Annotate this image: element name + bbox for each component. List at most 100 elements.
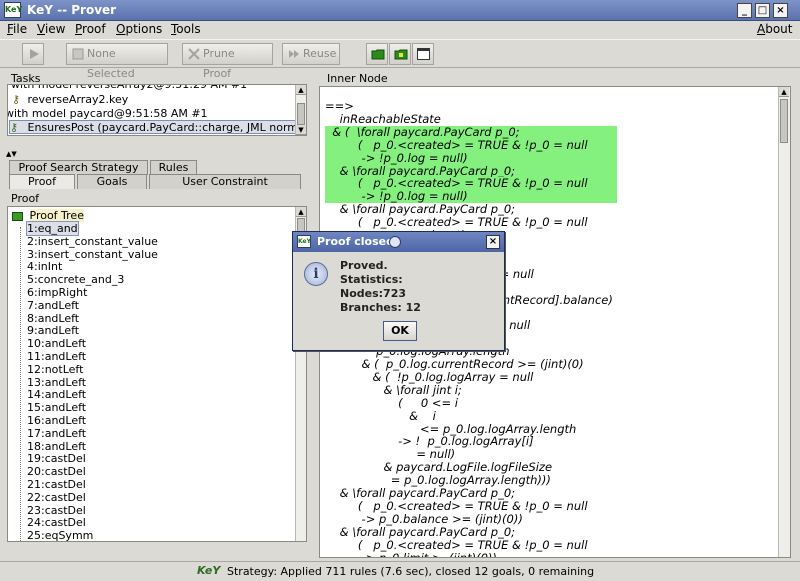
proof-tree-node[interactable]: 15:andLeft [27, 401, 86, 414]
task-row-selected[interactable]: ⚷ EnsuresPost (paycard.PayCard::charge, … [9, 120, 306, 134]
inner-node-label: Inner Node [327, 72, 388, 85]
sequent-line: -> p_0.balance >= (jint)(0)) [325, 511, 523, 526]
task-row[interactable]: ⚷ reverseArray2.key [12, 93, 300, 107]
dialog-menu-icon[interactable] [389, 236, 401, 248]
info-icon: i [304, 262, 328, 286]
dialog-message-branches: Branches: 12 [340, 301, 421, 314]
toolbar: None Selected Prune Proof Reuse [0, 39, 800, 80]
scroll-thumb[interactable] [780, 99, 788, 143]
proof-tree-node[interactable]: 11:andLeft [27, 350, 86, 363]
close-window-button[interactable]: × [773, 3, 788, 18]
window-icon [417, 48, 430, 60]
scroll-thumb[interactable] [297, 103, 305, 125]
sequent-line: inReachableState [325, 111, 441, 126]
proof-tree-node[interactable]: 3:insert_constant_value [27, 248, 158, 261]
none-selected-label: None Selected [87, 47, 135, 80]
prune-proof-button[interactable]: Prune Proof [182, 43, 273, 80]
task-row[interactable]: with model paycard@9:51:58 AM #1 [8, 107, 293, 121]
menu-bar: File View Proof Options Tools About [0, 21, 800, 39]
scroll-up-icon[interactable]: ▲ [779, 87, 789, 97]
proof-tree-node[interactable]: 14:andLeft [27, 388, 86, 401]
minimize-button[interactable]: _ [737, 3, 752, 18]
proof-tree-node[interactable]: 22:castDel [27, 491, 86, 504]
proof-tree-node[interactable]: 6:impRight [27, 286, 87, 299]
menu-file[interactable]: File [7, 22, 27, 36]
sequent-line: ( p_0.<created> = TRUE & !p_0 = null [325, 137, 588, 152]
tasks-scrollbar[interactable]: ▲ ▼ [295, 85, 306, 135]
proof-tree: Proof Tree 1:eq_and 2:insert_constant_val… [7, 206, 307, 542]
status-text: Strategy: Applied 711 rules (7.6 sec), c… [227, 565, 595, 578]
sequent-line: & \forall paycard.PayCard p_0; [325, 524, 516, 539]
prune-icon [188, 48, 200, 60]
maximize-button[interactable]: □ [755, 3, 770, 18]
proof-tree-node[interactable]: 23:castDel [27, 504, 86, 517]
reuse-label: Reuse [303, 47, 337, 60]
proof-tree-node[interactable]: 9:andLeft [27, 324, 79, 337]
proof-tree-node[interactable]: 17:andLeft [27, 427, 86, 440]
tab-proof[interactable]: Proof [9, 174, 75, 189]
reuse-button[interactable]: Reuse [282, 43, 340, 65]
key-app-icon: KeY [4, 2, 22, 18]
load-last-button[interactable] [389, 43, 411, 65]
proof-tree-node[interactable]: 19:castDel [27, 452, 86, 465]
menu-tools[interactable]: Tools [171, 22, 201, 36]
proof-closed-dialog: KeY Proof closed × i Proved. Statistics:… [292, 231, 505, 351]
proof-tree-node[interactable]: 8:andLeft [27, 312, 79, 325]
status-bar: KeY Strategy: Applied 711 rules (7.6 sec… [0, 561, 800, 581]
splitter-arrows-icon[interactable]: ▲▼ [6, 151, 17, 158]
dialog-close-button[interactable]: × [486, 235, 500, 249]
folder-icon [371, 49, 385, 60]
proof-closed-icon: ⚷ [10, 121, 19, 134]
sequent-line: & i [325, 408, 436, 423]
proof-tree-node[interactable]: 5:concrete_and_3 [27, 273, 124, 286]
run-strategy-button[interactable] [22, 43, 44, 65]
dialog-message-nodes: Nodes:723 [340, 287, 407, 300]
goal-icon [72, 48, 84, 60]
sequent-line: -> p_0.limit > (jint)(0)) [325, 550, 497, 558]
none-selected-button[interactable]: None Selected [66, 43, 168, 80]
proof-tree-node-selected[interactable]: 1:eq_and [26, 221, 79, 236]
title-bar: KeY KeY -- Prover _ □ × [0, 0, 800, 21]
proof-tree-node[interactable]: 16:andLeft [27, 414, 86, 427]
menu-about[interactable]: About [757, 22, 793, 36]
task-row[interactable]: with model reverseArray2@9:51:29 AM #1 [11, 85, 299, 92]
scroll-down-icon[interactable]: ▼ [296, 125, 306, 135]
proof-tree-node[interactable]: 13:andLeft [27, 376, 86, 389]
tab-user-constraint[interactable]: User Constraint [149, 174, 301, 189]
sequent-scrollbar[interactable]: ▲ [778, 87, 790, 557]
tasks-list: with model reverseArray2@9:51:29 AM #1 ⚷… [7, 84, 307, 136]
tab-goals[interactable]: Goals [77, 174, 147, 189]
dialog-message-statistics: Statistics: [340, 273, 403, 286]
key-app-icon: KeY [297, 235, 311, 248]
reuse-icon [289, 50, 299, 58]
load-button[interactable] [366, 43, 388, 65]
key-icon: ⚷ [12, 93, 21, 106]
tree-connector [20, 227, 21, 541]
proof-tree-node[interactable]: 25:eqSymm [27, 529, 93, 541]
proof-tree-node[interactable]: 7:andLeft [27, 299, 79, 312]
folder-open-icon [394, 49, 408, 60]
tab-proof-search-strategy[interactable]: Proof Search Strategy [9, 160, 148, 175]
ok-button[interactable]: OK [383, 321, 417, 341]
proof-tree-node[interactable]: 21:castDel [27, 478, 86, 491]
proof-tree-node[interactable]: 12:notLeft [27, 363, 83, 376]
play-icon [30, 49, 39, 59]
proof-tree-node[interactable]: 18:andLeft [27, 440, 86, 453]
tab-rules[interactable]: Rules [150, 160, 197, 175]
folder-icon [12, 211, 23, 221]
sequent-line: ( 0 <= i [325, 395, 458, 410]
proof-tree-root[interactable]: Proof Tree [12, 209, 84, 222]
proof-tree-node[interactable]: 2:insert_constant_value [27, 235, 158, 248]
dialog-title-bar: KeY Proof closed × [293, 232, 504, 252]
proof-tree-node[interactable]: 20:castDel [27, 465, 86, 478]
proof-tree-node[interactable]: 4:inInt [27, 260, 62, 273]
menu-view[interactable]: View [37, 22, 65, 36]
proof-tree-node[interactable]: 24:castDel [27, 516, 86, 529]
menu-options[interactable]: Options [116, 22, 162, 36]
proof-tree-node[interactable]: 10:andLeft [27, 337, 86, 350]
window-layout-button[interactable] [412, 43, 434, 65]
scroll-up-icon[interactable]: ▲ [296, 85, 306, 95]
proof-panel-label: Proof [11, 192, 40, 205]
menu-proof[interactable]: Proof [75, 22, 106, 36]
scroll-up-icon[interactable]: ▲ [296, 207, 306, 217]
